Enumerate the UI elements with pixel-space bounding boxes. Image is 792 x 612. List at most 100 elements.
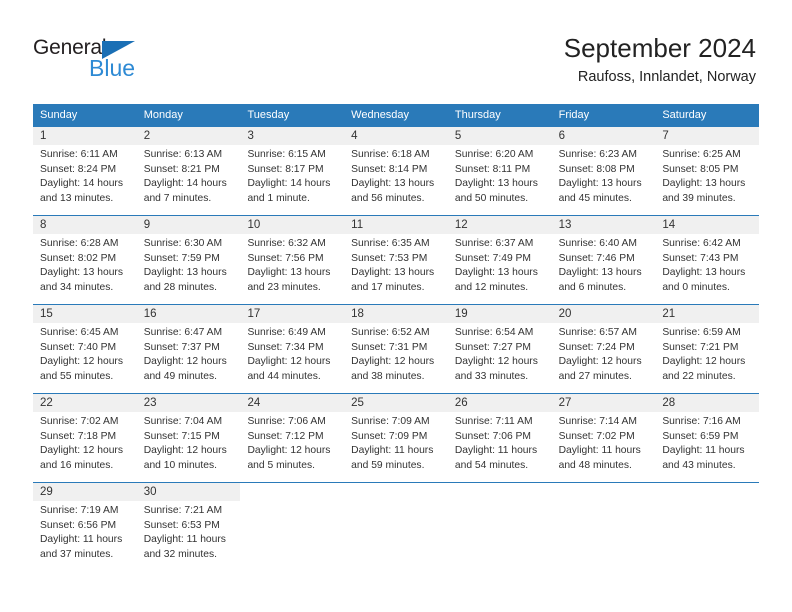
day-cell[interactable]: 27 Sunrise: 7:14 AM Sunset: 7:02 PM Dayl… xyxy=(551,394,656,482)
daylight-text-line1: Daylight: 13 hours xyxy=(40,267,123,279)
daylight-text-line2: and 12 minutes. xyxy=(454,281,529,293)
day-number: 8 xyxy=(33,216,137,234)
day-number: 6 xyxy=(551,127,656,145)
day-number: 13 xyxy=(551,216,656,234)
day-cell[interactable]: 2 Sunrise: 6:13 AM Sunset: 8:21 PM Dayli… xyxy=(136,127,241,215)
day-cell[interactable]: 4 Sunrise: 6:18 AM Sunset: 8:14 PM Dayli… xyxy=(344,127,448,215)
daylight-text-line1: Daylight: 11 hours xyxy=(351,445,434,457)
general-blue-logo[interactable]: General Blue xyxy=(33,36,163,84)
sunrise-text: Sunrise: 7:19 AM xyxy=(40,505,119,516)
day-number: 23 xyxy=(136,394,241,412)
day-cell[interactable]: 6 Sunrise: 6:23 AM Sunset: 8:08 PM Dayli… xyxy=(551,127,656,215)
day-info: Sunrise: 6:28 AM Sunset: 8:02 PM Dayligh… xyxy=(33,234,137,295)
sunrise-text: Sunrise: 6:47 AM xyxy=(143,327,223,338)
daylight-text-line2: and 34 minutes. xyxy=(40,281,114,293)
daylight-text-line1: Daylight: 13 hours xyxy=(558,178,642,190)
daylight-text-line2: and 23 minutes. xyxy=(247,281,321,293)
day-cell[interactable]: 7 Sunrise: 6:25 AM Sunset: 8:05 PM Dayli… xyxy=(655,127,760,215)
daylight-text-line1: Daylight: 13 hours xyxy=(247,267,331,279)
sunrise-text: Sunrise: 6:45 AM xyxy=(40,327,119,338)
day-info: Sunrise: 7:11 AM Sunset: 7:06 PM Dayligh… xyxy=(448,412,552,473)
day-info: Sunrise: 7:02 AM Sunset: 7:18 PM Dayligh… xyxy=(33,412,137,473)
day-number: 14 xyxy=(655,216,760,234)
daylight-text-line1: Daylight: 12 hours xyxy=(351,356,435,368)
weekday-header-thursday: Thursday xyxy=(454,109,501,121)
day-number: 17 xyxy=(240,305,345,323)
day-cell[interactable]: 23 Sunrise: 7:04 AM Sunset: 7:15 PM Dayl… xyxy=(136,394,241,482)
day-cell[interactable]: 25 Sunrise: 7:09 AM Sunset: 7:09 PM Dayl… xyxy=(344,394,448,482)
sunset-text: Sunset: 7:21 PM xyxy=(662,341,739,353)
day-number: 20 xyxy=(551,305,656,323)
daylight-text-line2: and 44 minutes. xyxy=(247,370,321,382)
day-cell[interactable]: 15 Sunrise: 6:45 AM Sunset: 7:40 PM Dayl… xyxy=(33,305,137,393)
day-number: 27 xyxy=(551,394,656,412)
sunrise-text: Sunrise: 7:14 AM xyxy=(558,416,638,427)
day-info: Sunrise: 6:15 AM Sunset: 8:17 PM Dayligh… xyxy=(240,145,344,206)
day-cell[interactable]: 29 Sunrise: 7:19 AM Sunset: 6:56 PM Dayl… xyxy=(33,483,137,571)
daylight-text-line1: Daylight: 12 hours xyxy=(662,356,746,368)
sunset-text: Sunset: 7:37 PM xyxy=(143,341,220,353)
daylight-text-line2: and 54 minutes. xyxy=(454,459,529,471)
day-cell[interactable]: 22 Sunrise: 7:02 AM Sunset: 7:18 PM Dayl… xyxy=(33,394,137,482)
week-row: 15 Sunrise: 6:45 AM Sunset: 7:40 PM Dayl… xyxy=(33,304,760,393)
day-cell[interactable]: 16 Sunrise: 6:47 AM Sunset: 7:37 PM Dayl… xyxy=(136,305,241,393)
sunset-text: Sunset: 7:59 PM xyxy=(143,252,220,264)
day-cell[interactable]: 20 Sunrise: 6:57 AM Sunset: 7:24 PM Dayl… xyxy=(551,305,656,393)
weekday-header-monday: Monday xyxy=(143,109,183,121)
day-cell[interactable]: 14 Sunrise: 6:42 AM Sunset: 7:43 PM Dayl… xyxy=(655,216,760,304)
daylight-text-line1: Daylight: 13 hours xyxy=(454,178,538,190)
day-number xyxy=(344,483,448,501)
sunrise-text: Sunrise: 7:04 AM xyxy=(143,416,223,427)
daylight-text-line1: Daylight: 13 hours xyxy=(454,267,538,279)
day-cell[interactable]: 5 Sunrise: 6:20 AM Sunset: 8:11 PM Dayli… xyxy=(447,127,552,215)
day-cell-empty xyxy=(447,483,552,571)
sunset-text: Sunset: 7:18 PM xyxy=(40,430,117,442)
daylight-text-line1: Daylight: 13 hours xyxy=(662,178,746,190)
sunrise-text: Sunrise: 6:32 AM xyxy=(247,238,326,249)
daylight-text-line2: and 17 minutes. xyxy=(351,281,425,293)
week-row: 8 Sunrise: 6:28 AM Sunset: 8:02 PM Dayli… xyxy=(33,215,760,304)
day-cell[interactable]: 19 Sunrise: 6:54 AM Sunset: 7:27 PM Dayl… xyxy=(447,305,552,393)
daylight-text-line2: and 10 minutes. xyxy=(143,459,217,471)
day-cell[interactable]: 18 Sunrise: 6:52 AM Sunset: 7:31 PM Dayl… xyxy=(344,305,448,393)
day-info: Sunrise: 7:06 AM Sunset: 7:12 PM Dayligh… xyxy=(240,412,344,473)
day-cell[interactable]: 10 Sunrise: 6:32 AM Sunset: 7:56 PM Dayl… xyxy=(240,216,345,304)
day-cell[interactable]: 21 Sunrise: 6:59 AM Sunset: 7:21 PM Dayl… xyxy=(655,305,760,393)
sunrise-text: Sunrise: 6:25 AM xyxy=(662,149,741,160)
sunset-text: Sunset: 8:24 PM xyxy=(40,163,117,175)
day-info: Sunrise: 6:20 AM Sunset: 8:11 PM Dayligh… xyxy=(448,145,552,206)
day-number: 12 xyxy=(447,216,552,234)
day-number: 7 xyxy=(655,127,760,145)
day-cell[interactable]: 28 Sunrise: 7:16 AM Sunset: 6:59 PM Dayl… xyxy=(655,394,760,482)
day-cell[interactable]: 17 Sunrise: 6:49 AM Sunset: 7:34 PM Dayl… xyxy=(240,305,345,393)
day-cell[interactable]: 1 Sunrise: 6:11 AM Sunset: 8:24 PM Dayli… xyxy=(33,127,137,215)
sunset-text: Sunset: 7:06 PM xyxy=(454,430,532,442)
day-cell[interactable]: 3 Sunrise: 6:15 AM Sunset: 8:17 PM Dayli… xyxy=(240,127,345,215)
sunset-text: Sunset: 6:56 PM xyxy=(40,519,117,531)
daylight-text-line2: and 16 minutes. xyxy=(40,459,114,471)
day-cell[interactable]: 26 Sunrise: 7:11 AM Sunset: 7:06 PM Dayl… xyxy=(447,394,552,482)
daylight-text-line1: Daylight: 11 hours xyxy=(143,534,226,546)
sunset-text: Sunset: 8:08 PM xyxy=(558,163,635,175)
sunset-text: Sunset: 7:27 PM xyxy=(454,341,532,353)
day-cell[interactable]: 8 Sunrise: 6:28 AM Sunset: 8:02 PM Dayli… xyxy=(33,216,137,304)
daylight-text-line1: Daylight: 12 hours xyxy=(143,445,227,457)
sunrise-text: Sunrise: 6:11 AM xyxy=(40,149,118,160)
day-cell[interactable]: 30 Sunrise: 7:21 AM Sunset: 6:53 PM Dayl… xyxy=(136,483,241,571)
day-number: 4 xyxy=(344,127,448,145)
day-number: 5 xyxy=(447,127,552,145)
daylight-text-line2: and 33 minutes. xyxy=(454,370,529,382)
day-cell[interactable]: 11 Sunrise: 6:35 AM Sunset: 7:53 PM Dayl… xyxy=(344,216,448,304)
day-cell[interactable]: 13 Sunrise: 6:40 AM Sunset: 7:46 PM Dayl… xyxy=(551,216,656,304)
daylight-text-line2: and 56 minutes. xyxy=(351,192,425,204)
day-info: Sunrise: 6:47 AM Sunset: 7:37 PM Dayligh… xyxy=(137,323,241,384)
day-cell-empty xyxy=(344,483,448,571)
weekday-header-sunday: Sunday xyxy=(40,109,78,121)
day-cell[interactable]: 9 Sunrise: 6:30 AM Sunset: 7:59 PM Dayli… xyxy=(136,216,241,304)
day-cell[interactable]: 24 Sunrise: 7:06 AM Sunset: 7:12 PM Dayl… xyxy=(240,394,345,482)
daylight-text-line2: and 39 minutes. xyxy=(662,192,736,204)
weekday-header-tuesday: Tuesday xyxy=(247,109,290,121)
weekday-header-saturday: Saturday xyxy=(662,109,707,121)
day-cell[interactable]: 12 Sunrise: 6:37 AM Sunset: 7:49 PM Dayl… xyxy=(447,216,552,304)
day-number: 29 xyxy=(33,483,137,501)
